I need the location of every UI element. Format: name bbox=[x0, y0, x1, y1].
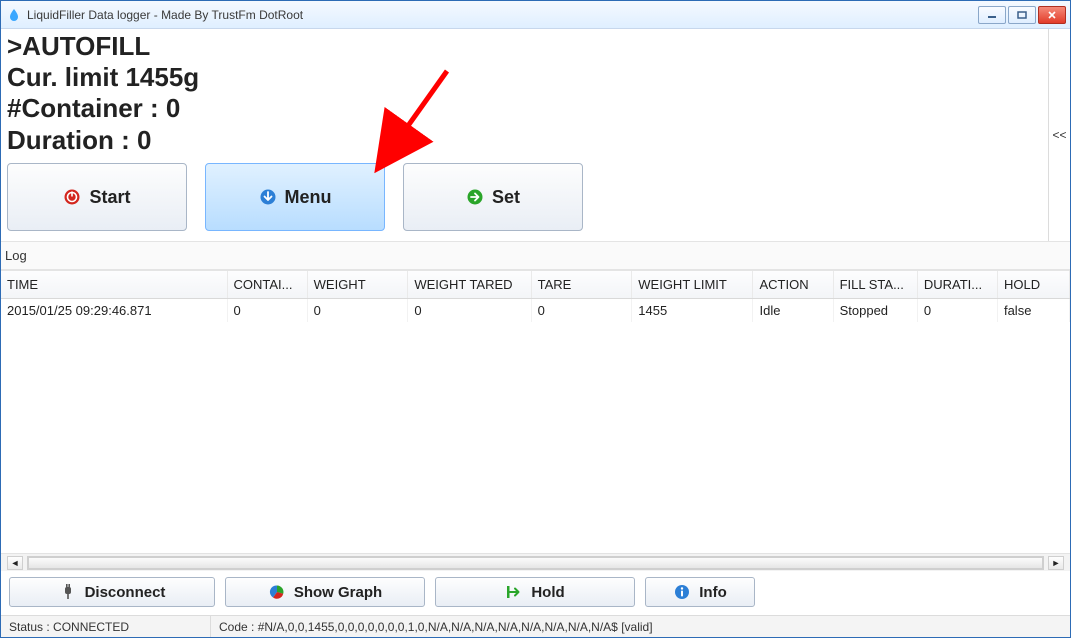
col-weight-limit[interactable]: WEIGHT LIMIT bbox=[632, 271, 753, 299]
status-bar: Status : CONNECTED Code : #N/A,0,0,1455,… bbox=[1, 615, 1070, 637]
window-controls bbox=[978, 6, 1066, 24]
info-button[interactable]: Info bbox=[645, 577, 755, 607]
scroll-right-icon[interactable]: ► bbox=[1048, 556, 1064, 570]
info-icon bbox=[673, 583, 691, 601]
col-weight[interactable]: WEIGHT bbox=[307, 271, 408, 299]
log-table-wrap: TIME CONTAI... WEIGHT WEIGHT TARED TARE … bbox=[1, 270, 1070, 571]
bottom-button-row: Disconnect Show Graph Hold Info bbox=[1, 571, 1070, 615]
cell-hold: false bbox=[997, 299, 1069, 323]
info-label: Info bbox=[699, 584, 727, 601]
col-container[interactable]: CONTAI... bbox=[227, 271, 307, 299]
col-weight-tared[interactable]: WEIGHT TARED bbox=[408, 271, 531, 299]
display-line-1: >AUTOFILL bbox=[7, 31, 1048, 62]
pie-chart-icon bbox=[268, 583, 286, 601]
scroll-left-icon[interactable]: ◄ bbox=[7, 556, 23, 570]
cell-tare: 0 bbox=[531, 299, 632, 323]
cell-action: Idle bbox=[753, 299, 833, 323]
hold-button[interactable]: Hold bbox=[435, 577, 635, 607]
side-toggle-label: << bbox=[1052, 128, 1066, 142]
client-area: >AUTOFILL Cur. limit 1455g #Container : … bbox=[1, 29, 1070, 637]
close-button[interactable] bbox=[1038, 6, 1066, 24]
arrow-down-circle-icon bbox=[259, 188, 277, 206]
scroll-track[interactable] bbox=[27, 556, 1044, 570]
app-window: LiquidFiller Data logger - Made By Trust… bbox=[0, 0, 1071, 638]
show-graph-button[interactable]: Show Graph bbox=[225, 577, 425, 607]
status-left: Status : CONNECTED bbox=[1, 616, 211, 637]
upper-main: >AUTOFILL Cur. limit 1455g #Container : … bbox=[1, 29, 1048, 241]
cell-container: 0 bbox=[227, 299, 307, 323]
log-grid[interactable]: TIME CONTAI... WEIGHT WEIGHT TARED TARE … bbox=[1, 271, 1070, 553]
hold-label: Hold bbox=[531, 584, 564, 601]
cell-weight-tared: 0 bbox=[408, 299, 531, 323]
start-button-label: Start bbox=[89, 187, 130, 208]
app-icon bbox=[7, 8, 21, 22]
cell-duration: 0 bbox=[917, 299, 997, 323]
cell-fill-state: Stopped bbox=[833, 299, 917, 323]
side-toggle[interactable]: << bbox=[1048, 29, 1070, 241]
set-button[interactable]: Set bbox=[403, 163, 583, 231]
display-line-4: Duration : 0 bbox=[7, 125, 1048, 156]
status-right: Code : #N/A,0,0,1455,0,0,0,0,0,0,0,1,0,N… bbox=[211, 616, 1070, 637]
arrow-right-circle-icon bbox=[466, 188, 484, 206]
hold-arrow-icon bbox=[505, 583, 523, 601]
set-button-label: Set bbox=[492, 187, 520, 208]
table-row[interactable]: 2015/01/25 09:29:46.871 0 0 0 0 1455 Idl… bbox=[1, 299, 1070, 323]
start-button[interactable]: Start bbox=[7, 163, 187, 231]
display-line-3: #Container : 0 bbox=[7, 93, 1048, 124]
scroll-thumb[interactable] bbox=[28, 557, 1043, 569]
horizontal-scrollbar[interactable]: ◄ ► bbox=[1, 553, 1070, 571]
upper-region: >AUTOFILL Cur. limit 1455g #Container : … bbox=[1, 29, 1070, 241]
cell-weight: 0 bbox=[307, 299, 408, 323]
lcd-display: >AUTOFILL Cur. limit 1455g #Container : … bbox=[5, 31, 1048, 159]
maximize-button[interactable] bbox=[1008, 6, 1036, 24]
col-duration[interactable]: DURATI... bbox=[917, 271, 997, 299]
menu-button[interactable]: Menu bbox=[205, 163, 385, 231]
minimize-button[interactable] bbox=[978, 6, 1006, 24]
show-graph-label: Show Graph bbox=[294, 584, 382, 601]
disconnect-button[interactable]: Disconnect bbox=[9, 577, 215, 607]
menu-button-label: Menu bbox=[285, 187, 332, 208]
table-header-row: TIME CONTAI... WEIGHT WEIGHT TARED TARE … bbox=[1, 271, 1070, 299]
top-button-row: Start Menu Set bbox=[5, 159, 1048, 241]
plug-icon bbox=[59, 583, 77, 601]
col-fill-state[interactable]: FILL STA... bbox=[833, 271, 917, 299]
log-table: TIME CONTAI... WEIGHT WEIGHT TARED TARE … bbox=[1, 271, 1070, 322]
window-title: LiquidFiller Data logger - Made By Trust… bbox=[27, 8, 978, 22]
disconnect-label: Disconnect bbox=[85, 584, 166, 601]
cell-time: 2015/01/25 09:29:46.871 bbox=[1, 299, 227, 323]
col-hold[interactable]: HOLD bbox=[997, 271, 1069, 299]
display-line-2: Cur. limit 1455g bbox=[7, 62, 1048, 93]
col-time[interactable]: TIME bbox=[1, 271, 227, 299]
cell-weight-limit: 1455 bbox=[632, 299, 753, 323]
log-label: Log bbox=[1, 241, 1070, 270]
power-icon bbox=[63, 188, 81, 206]
col-action[interactable]: ACTION bbox=[753, 271, 833, 299]
col-tare[interactable]: TARE bbox=[531, 271, 632, 299]
titlebar: LiquidFiller Data logger - Made By Trust… bbox=[1, 1, 1070, 29]
